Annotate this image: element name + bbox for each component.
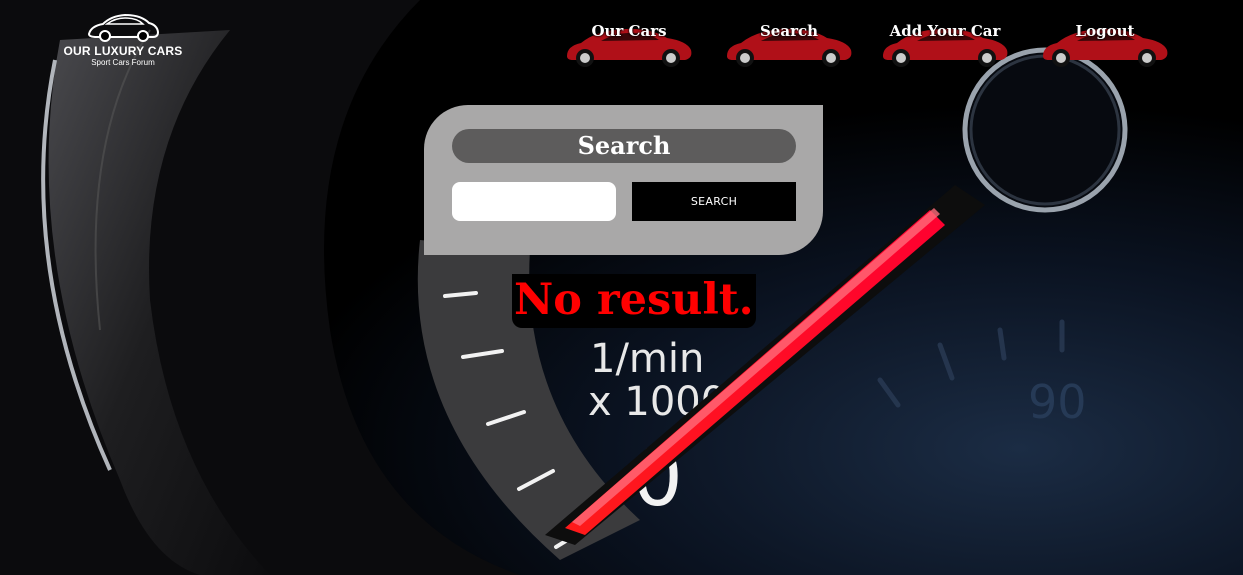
- nav-our-cars[interactable]: Our Cars: [563, 18, 695, 70]
- search-panel: Search SEARCH: [424, 105, 823, 255]
- no-result-message: No result.: [512, 274, 756, 328]
- nav-label: Search: [759, 22, 819, 40]
- search-input[interactable]: [452, 182, 616, 221]
- logo-title: OUR LUXURY CARS: [63, 44, 183, 58]
- nav-label: Our Cars: [591, 22, 667, 40]
- svg-text:1/min: 1/min: [590, 336, 704, 382]
- nav-logout[interactable]: Logout: [1039, 18, 1171, 70]
- nav-label: Add Your Car: [889, 22, 1001, 40]
- search-title: Search: [452, 129, 796, 163]
- car-logo-icon: [87, 13, 160, 42]
- logo-subtitle: Sport Cars Forum: [91, 58, 155, 67]
- search-button[interactable]: SEARCH: [632, 182, 796, 221]
- svg-text:90: 90: [1028, 375, 1087, 429]
- nav-add-your-car[interactable]: Add Your Car: [879, 18, 1011, 70]
- site-logo[interactable]: OUR LUXURY CARS Sport Cars Forum: [62, 10, 184, 67]
- nav-search[interactable]: Search: [723, 18, 855, 70]
- nav-label: Logout: [1075, 22, 1135, 40]
